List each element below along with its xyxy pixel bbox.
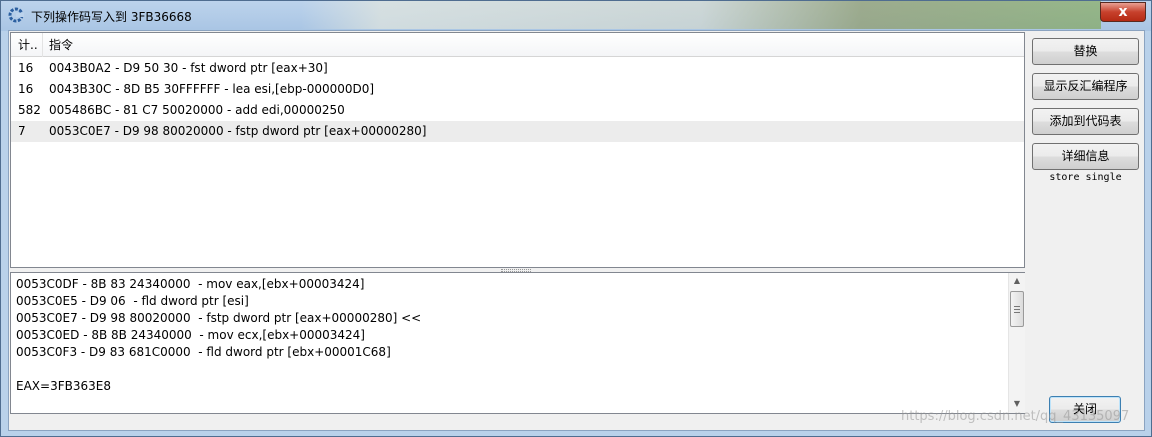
replace-button[interactable]: 替换: [1032, 38, 1139, 65]
window-title: 下列操作码写入到 3FB36668: [31, 10, 192, 24]
instruction-description: store single: [1049, 172, 1122, 183]
disasm-line: 0053C0E7 - D9 98 80020000 - fstp dword p…: [16, 311, 422, 325]
column-header-count[interactable]: 计..: [11, 33, 43, 57]
thumb-grip-line: [1014, 312, 1020, 313]
row-instruction: 0053C0E7 - D9 98 80020000 - fstp dword p…: [49, 124, 427, 138]
window-close-button[interactable]: x: [1100, 2, 1146, 22]
thumb-grip-line: [1014, 309, 1020, 310]
opcode-list[interactable]: 计.. 指令 16 0043B0A2 - D9 50 30 - fst dwor…: [10, 32, 1025, 268]
table-row[interactable]: 16 0043B0A2 - D9 50 30 - fst dword ptr […: [11, 58, 1024, 79]
disasm-line: 0053C0E5 - D9 06 - fld dword ptr [esi]: [16, 294, 249, 308]
disassembly-view[interactable]: 0053C0DF - 8B 83 24340000 - mov eax,[ebx…: [10, 272, 1025, 414]
disasm-line: 0053C0DF - 8B 83 24340000 - mov eax,[ebx…: [16, 277, 365, 291]
vertical-scrollbar[interactable]: ▲ ▼: [1008, 273, 1025, 413]
disasm-line: 0053C0F3 - D9 83 681C0000 - fld dword pt…: [16, 345, 391, 359]
row-count: 16: [18, 82, 34, 96]
table-row[interactable]: 16 0043B30C - 8D B5 30FFFFFF - lea esi,[…: [11, 79, 1024, 100]
disasm-line: 0053C0ED - 8B 8B 24340000 - mov ecx,[ebx…: [16, 328, 365, 342]
cheat-engine-app-icon: [8, 7, 24, 23]
row-instruction: 005486BC - 81 C7 50020000 - add edi,0000…: [49, 103, 345, 117]
add-to-codelist-button[interactable]: 添加到代码表: [1032, 108, 1139, 135]
close-icon: x: [1118, 4, 1128, 20]
show-disassembler-button[interactable]: 显示反汇编程序: [1032, 73, 1139, 100]
title-bar[interactable]: 下列操作码写入到 3FB36668 x: [1, 1, 1151, 31]
scroll-up-arrow-icon[interactable]: ▲: [1009, 273, 1025, 289]
table-row[interactable]: 582 005486BC - 81 C7 50020000 - add edi,…: [11, 100, 1024, 121]
scroll-thumb[interactable]: [1010, 291, 1024, 327]
title-bar-background: [301, 1, 1101, 29]
row-instruction: 0043B30C - 8D B5 30FFFFFF - lea esi,[ebp…: [49, 82, 375, 96]
dialog-window: 下列操作码写入到 3FB36668 x 计.. 指令 16 0043B0A2 -…: [0, 0, 1152, 437]
column-header-instruction[interactable]: 指令: [49, 33, 73, 57]
row-count: 582: [18, 103, 41, 117]
row-instruction: 0043B0A2 - D9 50 30 - fst dword ptr [eax…: [49, 61, 328, 75]
dialog-client-area: 计.. 指令 16 0043B0A2 - D9 50 30 - fst dwor…: [8, 30, 1145, 431]
register-line: EAX=3FB363E8: [16, 379, 111, 393]
watermark: https://blog.csdn.net/qq_43135097: [901, 409, 1130, 424]
list-header: 计.. 指令: [11, 33, 1024, 57]
row-count: 16: [18, 61, 34, 75]
more-info-button[interactable]: 详细信息: [1032, 143, 1139, 170]
table-row-selected[interactable]: 7 0053C0E7 - D9 98 80020000 - fstp dword…: [11, 121, 1024, 142]
row-count: 7: [18, 124, 26, 138]
thumb-grip-line: [1014, 306, 1020, 307]
